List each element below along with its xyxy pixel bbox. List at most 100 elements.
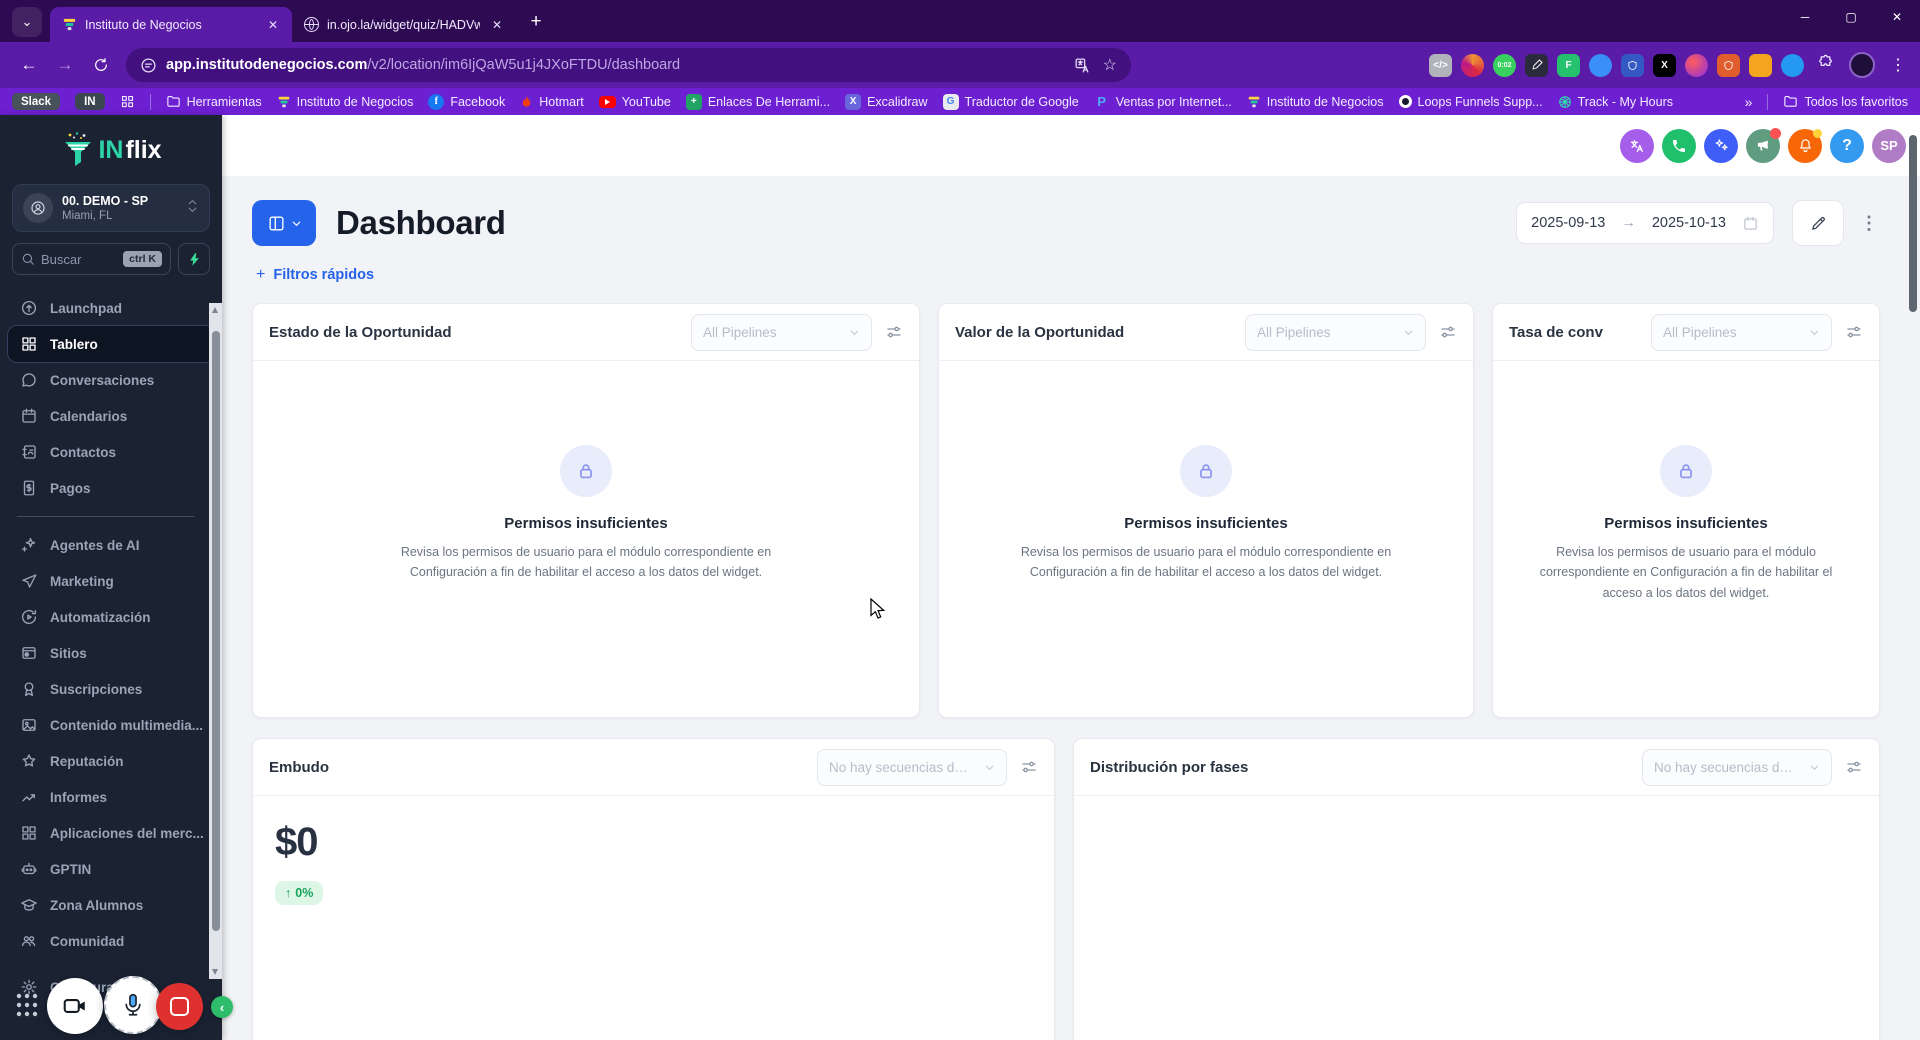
extension-recorder-icon[interactable]: 0:02 <box>1493 53 1516 77</box>
extension-icon[interactable] <box>1461 53 1484 77</box>
stop-recording-button[interactable] <box>156 983 203 1030</box>
pipeline-select[interactable]: All Pipelines <box>1245 313 1426 351</box>
search-input[interactable] <box>41 251 105 267</box>
extension-shield-icon[interactable] <box>1621 53 1644 77</box>
scroll-down-arrow[interactable] <box>212 969 218 975</box>
apps-grid-icon[interactable] <box>120 94 135 109</box>
help-circle-button[interactable]: ? <box>1830 128 1864 163</box>
bookmark-hotmart[interactable]: Hotmart <box>520 94 584 109</box>
extension-icon[interactable] <box>1685 53 1708 77</box>
sidebar-item-gptin[interactable]: GPTIN <box>8 851 214 887</box>
sidebar-item-pagos[interactable]: Pagos <box>8 470 214 506</box>
sidebar-scrollbar[interactable] <box>209 303 222 979</box>
sidebar-item-marketing[interactable]: Marketing <box>8 563 214 599</box>
tab-search-button[interactable]: ⌄ <box>12 7 42 37</box>
scrollbar-thumb[interactable] <box>211 331 220 931</box>
extensions-puzzle-icon[interactable] <box>1817 54 1834 76</box>
dashboard-switcher-button[interactable] <box>252 200 316 246</box>
bookmark-instituto-2[interactable]: Instituto de Negocios <box>1247 95 1384 109</box>
new-tab-button[interactable]: + <box>522 8 550 36</box>
bookmark-facebook[interactable]: f Facebook <box>428 93 505 110</box>
sidebar-item-contactos[interactable]: Contactos <box>8 434 214 470</box>
reload-button[interactable] <box>84 48 118 82</box>
pipeline-select[interactable]: All Pipelines <box>691 313 872 351</box>
sidebar-item-automatizacion[interactable]: Automatización <box>8 599 214 635</box>
tab-close-icon[interactable]: ✕ <box>488 16 506 34</box>
sidebar-item-agentes-ai[interactable]: Agentes de AI <box>8 527 214 563</box>
sidebar-item-tablero[interactable]: Tablero <box>8 326 214 362</box>
ai-sparkles-circle-button[interactable] <box>1704 128 1738 163</box>
sidebar-item-reputacion[interactable]: Reputación <box>8 743 214 779</box>
sidebar-item-launchpad[interactable]: Launchpad <box>8 290 214 326</box>
sidebar-item-informes[interactable]: Informes <box>8 779 214 815</box>
extension-x-icon[interactable]: X <box>1653 53 1676 77</box>
back-button[interactable]: ← <box>12 48 46 82</box>
location-switcher[interactable]: 00. DEMO - SP Miami, FL <box>12 184 210 232</box>
widget-settings-icon[interactable] <box>1845 758 1863 776</box>
widget-settings-icon[interactable] <box>1439 323 1457 341</box>
bookmarks-overflow-chevron[interactable]: » <box>1745 94 1753 110</box>
profile-avatar[interactable]: SP <box>1872 128 1906 163</box>
tab-close-icon[interactable]: ✕ <box>264 16 282 34</box>
widget-settings-icon[interactable] <box>885 323 903 341</box>
browser-menu-icon[interactable]: ⋮ <box>1888 55 1908 75</box>
forward-button[interactable]: → <box>48 48 82 82</box>
sidebar-item-contenido[interactable]: Contenido multimedia... <box>8 707 214 743</box>
sidebar-search[interactable]: ctrl K <box>12 243 171 275</box>
sidebar-item-zona-alumnos[interactable]: Zona Alumnos <box>8 887 214 923</box>
bookmark-excalidraw[interactable]: X Excalidraw <box>845 93 928 110</box>
extension-icon[interactable] <box>1589 53 1612 77</box>
browser-tab-active[interactable]: Instituto de Negocios ✕ <box>50 7 292 42</box>
bookmark-loops[interactable]: Loops Funnels Supp... <box>1398 95 1543 109</box>
bookmark-in[interactable]: IN <box>75 93 105 110</box>
address-bar[interactable]: app.institutodenegocios.com/v2/location/… <box>126 48 1131 82</box>
widget-settings-icon[interactable] <box>1020 758 1038 776</box>
sidebar-item-comunidad[interactable]: Comunidad <box>8 923 214 959</box>
phone-circle-button[interactable] <box>1662 128 1696 163</box>
sidebar-item-calendarios[interactable]: Calendarios <box>8 398 214 434</box>
camera-toggle-button[interactable] <box>47 978 103 1034</box>
notifications-circle-button[interactable] <box>1788 128 1822 163</box>
browser-tab-inactive[interactable]: in.ojo.la/widget/quiz/HADVwi4f ✕ <box>292 7 516 42</box>
scroll-up-arrow[interactable] <box>212 307 218 313</box>
bookmark-instituto[interactable]: Instituto de Negocios <box>277 95 413 109</box>
edit-dashboard-button[interactable] <box>1792 200 1844 246</box>
microphone-toggle-button[interactable] <box>104 976 162 1034</box>
browser-profile-avatar[interactable] <box>1849 52 1875 78</box>
quick-filters-link[interactable]: + Filtros rápidos <box>256 266 374 284</box>
all-favorites[interactable]: Todos los favoritos <box>1783 94 1908 109</box>
bookmark-star-icon[interactable]: ☆ <box>1103 55 1117 75</box>
extension-icon[interactable] <box>1749 53 1772 77</box>
bookmark-enlaces[interactable]: + Enlaces De Herrami... <box>685 93 830 110</box>
bookmark-slack[interactable]: Slack <box>12 93 61 110</box>
date-from[interactable]: 2025-09-13 <box>1531 215 1605 231</box>
quick-actions-button[interactable] <box>178 243 210 275</box>
date-range-picker[interactable]: 2025-09-13 → 2025-10-13 <box>1516 202 1774 244</box>
collapse-recorder-button[interactable]: ‹ <box>211 996 233 1018</box>
pipeline-select[interactable]: All Pipelines <box>1651 313 1832 351</box>
bookmark-ventas[interactable]: P Ventas por Internet... <box>1094 94 1231 110</box>
page-scrollbar-thumb[interactable] <box>1909 135 1917 312</box>
announcements-circle-button[interactable] <box>1746 127 1781 163</box>
extension-icon[interactable]: F <box>1557 53 1580 77</box>
extension-pen-icon[interactable] <box>1525 53 1548 77</box>
widget-settings-icon[interactable] <box>1845 323 1863 341</box>
sidebar-item-suscripciones[interactable]: Suscripciones <box>8 671 214 707</box>
sidebar-item-conversaciones[interactable]: Conversaciones <box>8 362 214 398</box>
bookmark-track[interactable]: Track - My Hours <box>1558 95 1673 109</box>
window-maximize-button[interactable]: ▢ <box>1828 0 1874 34</box>
extension-icon[interactable] <box>1781 53 1804 77</box>
extension-icon[interactable]: </> <box>1429 53 1452 77</box>
window-minimize-button[interactable]: ─ <box>1782 0 1828 34</box>
window-close-button[interactable]: ✕ <box>1874 0 1920 34</box>
extension-shield-icon[interactable] <box>1717 53 1740 77</box>
sequence-select[interactable]: No hay secuencias disp... <box>817 748 1007 786</box>
more-options-icon[interactable]: ⋮ <box>1858 213 1880 234</box>
date-to[interactable]: 2025-10-13 <box>1652 215 1726 231</box>
bookmark-traductor[interactable]: G Traductor de Google <box>942 93 1079 110</box>
sequence-select[interactable]: No hay secuencias disp... <box>1642 748 1832 786</box>
bookmark-youtube[interactable]: YouTube <box>598 95 671 109</box>
translate-circle-button[interactable] <box>1620 128 1654 163</box>
sidebar-item-aplicaciones[interactable]: Aplicaciones del merc... <box>8 815 214 851</box>
sidebar-item-sitios[interactable]: Sitios <box>8 635 214 671</box>
